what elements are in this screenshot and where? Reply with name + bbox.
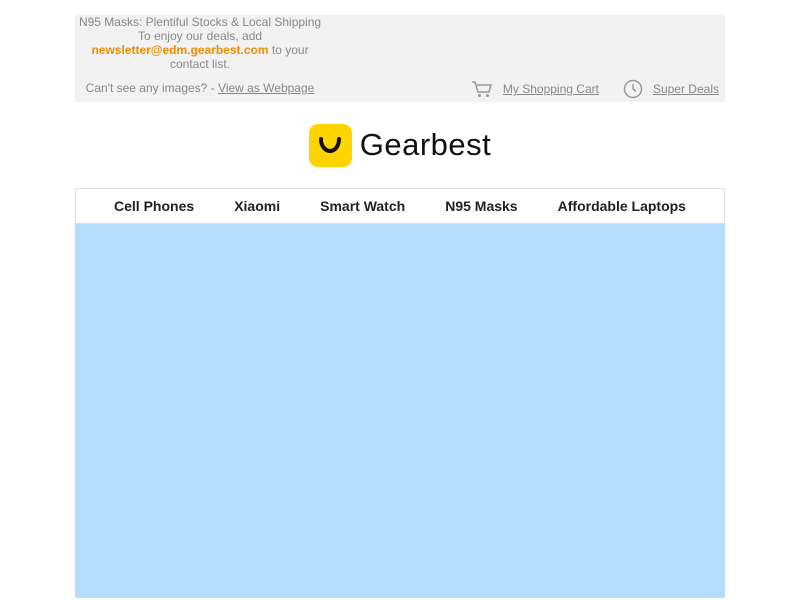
category-nav: Cell Phones Xiaomi Smart Watch N95 Masks… [75,188,725,224]
clock-icon [623,79,643,99]
cant-see-images-line: Can't see any images? - View as Webpage [75,81,325,95]
logo-area: Gearbest [75,102,725,188]
super-deals-link[interactable]: Super Deals [653,82,719,96]
gearbest-logo[interactable]: Gearbest [308,123,492,167]
preheader-bar: N95 Masks: Plentiful Stocks & Local Ship… [75,15,725,102]
view-as-webpage-link[interactable]: View as Webpage [218,81,314,95]
newsletter-email[interactable]: newsletter@edm.gearbest.com [91,43,268,57]
gearbest-wordmark: Gearbest [359,127,492,162]
super-deals-link-group[interactable]: Super Deals [623,79,719,99]
email-container: N95 Masks: Plentiful Stocks & Local Ship… [75,15,725,598]
preheader-headline: N95 Masks: Plentiful Stocks & Local Ship… [78,15,322,29]
nav-item-cell-phones[interactable]: Cell Phones [114,198,194,214]
hero-banner-image[interactable] [75,224,725,598]
cart-icon [471,81,492,97]
smile-icon [319,137,342,154]
nav-item-affordable-laptops[interactable]: Affordable Laptops [558,198,686,214]
shopping-cart-link-group[interactable]: My Shopping Cart [471,80,599,98]
my-shopping-cart-link[interactable]: My Shopping Cart [503,82,599,96]
gearbest-logo-mark [308,123,352,167]
nav-item-n95-masks[interactable]: N95 Masks [445,198,517,214]
cant-see-text: Can't see any images? - [85,81,215,95]
preheader-text: N95 Masks: Plentiful Stocks & Local Ship… [75,15,325,95]
nav-item-smart-watch[interactable]: Smart Watch [320,198,405,214]
preheader-enjoy: To enjoy our deals, add [137,29,263,43]
nav-item-xiaomi[interactable]: Xiaomi [234,198,280,214]
preheader-links: My Shopping Cart Super Deals [447,77,719,101]
